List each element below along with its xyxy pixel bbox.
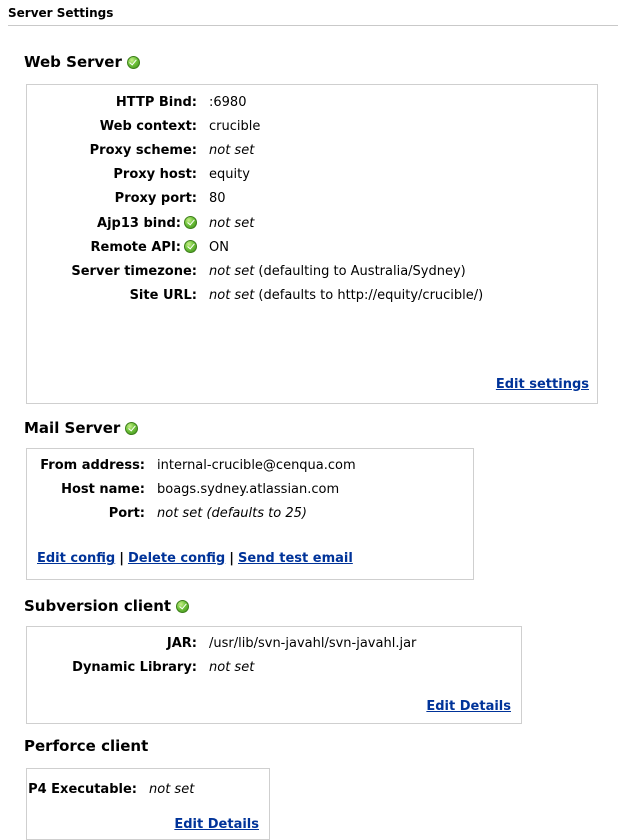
remote-api-label: Remote API: [90,239,182,255]
proxy-scheme-label: Proxy scheme: [89,142,197,158]
settings-row-from-address: From address: internal-crucible@cenqua.c… [27,453,356,477]
settings-row-proxy-host: Proxy host: equity [27,163,597,187]
settings-row-port: Port: not set (defaults to 25) [27,501,356,525]
edit-settings-link[interactable]: Edit settings [496,377,589,392]
from-address-label: From address: [40,457,145,473]
http-bind-label: HTTP Bind: [115,94,197,110]
svn-client-heading: Subversion client [24,596,190,616]
jar-label: JAR: [166,635,197,651]
site-url-label: Site URL: [129,288,197,304]
web-server-heading: Web Server [24,52,140,72]
proxy-port-label: Proxy port: [114,191,197,207]
send-test-email-link[interactable]: Send test email [238,551,353,566]
http-bind-value: :6980 [209,94,247,110]
svn-edit-details-link[interactable]: Edit Details [426,699,511,714]
link-separator: | [119,551,124,566]
ajp13-bind-label: Ajp13 bind: [97,215,181,231]
proxy-scheme-value: not set [209,142,255,158]
status-ok-icon [176,599,190,613]
mail-server-panel: From address: internal-crucible@cenqua.c… [26,448,474,580]
mail-server-heading: Mail Server [24,418,139,438]
status-ok-icon [184,239,197,253]
from-address-value: internal-crucible@cenqua.com [157,457,356,473]
p4-executable-value: not set [149,781,195,797]
remote-api-value: ON [209,239,229,255]
web-context-value: crucible [209,118,261,134]
settings-row-proxy-scheme: Proxy scheme: not set [27,138,597,162]
perforce-client-panel: P4 Executable: not set Edit Details [26,768,270,840]
site-url-value: not set [209,288,255,304]
host-name-value: boags.sydney.atlassian.com [157,481,340,497]
port-value: not set (defaults to 25) [157,505,307,521]
web-server-panel: HTTP Bind: :6980 Web context: crucible P… [26,84,598,404]
site-url-note: (defaults to http://equity/crucible/) [254,288,484,304]
settings-row-host-name: Host name: boags.sydney.atlassian.com [27,477,356,501]
proxy-host-value: equity [209,167,250,183]
svn-client-title: Subversion client [24,597,172,615]
dynamic-library-value: not set [209,659,255,675]
status-ok-icon [125,421,139,435]
mail-server-actions: Edit config | Delete config | Send test emai… [37,551,353,566]
link-separator: | [229,551,234,566]
proxy-host-label: Proxy host: [113,167,197,183]
settings-row-http-bind: HTTP Bind: :6980 [27,90,597,114]
perforce-edit-details-link[interactable]: Edit Details [174,817,259,832]
status-ok-icon [126,55,140,69]
settings-row-proxy-port: Proxy port: 80 [27,187,597,211]
jar-value: /usr/lib/svn-javahl/svn-javahl.jar [209,635,417,651]
settings-row-server-timezone: Server timezone: not set (defaulting to … [27,259,597,283]
server-timezone-value: not set [209,263,255,279]
perforce-client-title: Perforce client [24,737,149,755]
settings-row-web-context: Web context: crucible [27,114,597,138]
settings-row-ajp13-bind: Ajp13 bind: not set [27,211,597,235]
proxy-port-value: 80 [209,191,226,207]
mail-server-title: Mail Server [24,419,121,437]
status-ok-icon [184,215,197,229]
server-timezone-note: (defaulting to Australia/Sydney) [254,263,466,279]
edit-config-link[interactable]: Edit config [37,551,115,566]
settings-row-remote-api: Remote API: ON [27,235,597,259]
server-timezone-label: Server timezone: [71,263,197,279]
ajp13-bind-value: not set [209,215,255,231]
host-name-label: Host name: [61,481,145,497]
settings-row-site-url: Site URL: not set (defaults to http://eq… [27,284,597,308]
settings-row-p4-executable: P4 Executable: not set [27,777,194,801]
delete-config-link[interactable]: Delete config [128,551,225,566]
settings-row-dynamic-library: Dynamic Library: not set [27,655,416,679]
perforce-client-heading: Perforce client [24,736,148,756]
page-title: Server Settings [8,0,618,26]
port-label: Port: [108,505,145,521]
web-context-label: Web context: [99,118,197,134]
p4-executable-label: P4 Executable: [28,781,137,797]
svn-client-panel: JAR: /usr/lib/svn-javahl/svn-javahl.jar … [26,626,522,724]
dynamic-library-label: Dynamic Library: [72,659,197,675]
settings-row-jar: JAR: /usr/lib/svn-javahl/svn-javahl.jar [27,631,417,655]
web-server-title: Web Server [24,53,122,71]
